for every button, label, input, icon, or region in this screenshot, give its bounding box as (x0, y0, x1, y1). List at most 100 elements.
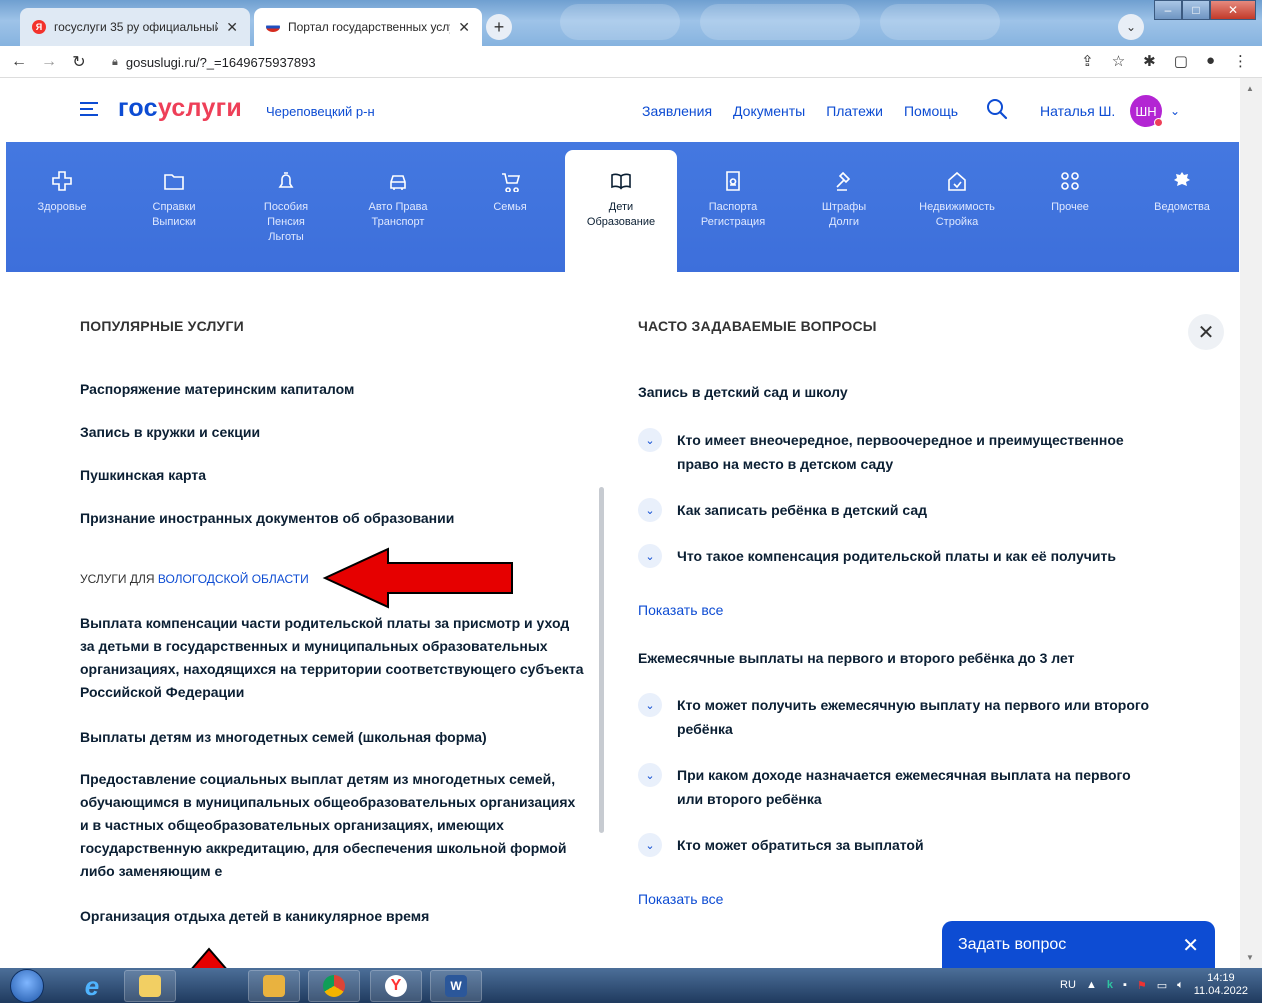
browser-tab-bar: Я госуслуги 35 ру официальный с ✕ Портал… (0, 0, 1262, 46)
regional-service-link[interactable]: Организация отдыха детей в каникулярное … (80, 905, 585, 928)
faq-question[interactable]: Кто имеет внеочередное, первоочередное и… (677, 428, 1157, 476)
taskbar-ie[interactable]: e (66, 970, 118, 1002)
popular-service-link[interactable]: Распоряжение материнским капиталом (80, 378, 585, 401)
close-window-button[interactable]: ✕ (1210, 0, 1256, 20)
faq-question[interactable]: Как записать ребёнка в детский сад (677, 498, 1157, 522)
network-icon[interactable]: ▪ (1123, 979, 1127, 991)
close-icon[interactable]: ✕ (1182, 933, 1199, 958)
scroll-up-icon[interactable]: ▲ (1246, 84, 1254, 93)
grid-icon (1061, 172, 1079, 190)
start-button[interactable] (10, 969, 44, 1003)
browser-tab-inactive[interactable]: Я госуслуги 35 ру официальный с ✕ (20, 8, 250, 46)
kaspersky-icon[interactable]: k (1107, 979, 1113, 991)
category-label: Авто Права Транспорт (368, 201, 428, 228)
nav-help[interactable]: Помощь (904, 103, 958, 119)
language-indicator[interactable]: RU (1060, 979, 1076, 991)
popular-service-link[interactable]: Запись в кружки и секции (80, 421, 585, 444)
category-tab[interactable]: Прочее (1014, 142, 1126, 272)
menu-kebab-icon[interactable]: ⋮ (1233, 52, 1248, 70)
category-tab[interactable]: Дети Образование (565, 150, 677, 272)
category-tab[interactable]: Паспорта Регистрация (677, 142, 789, 272)
maximize-button[interactable]: □ (1182, 0, 1210, 20)
category-tab[interactable]: Штрафы Долги (788, 142, 900, 272)
popular-service-link[interactable]: Пушкинская карта (80, 464, 585, 487)
regional-service-link[interactable]: Выплаты детям из многодетных семей (школ… (80, 726, 585, 749)
bookmark-star-icon[interactable]: ☆ (1112, 52, 1125, 70)
volume-icon[interactable]: 🔈︎ (1177, 979, 1184, 992)
back-arrow-icon[interactable]: ← (8, 53, 30, 71)
faq-question[interactable]: Что такое компенсация родительской платы… (677, 544, 1157, 568)
word-icon: W (445, 975, 467, 997)
browser-tab-active[interactable]: Портал государственных услуг Р ✕ (254, 8, 482, 46)
faq-group-title: Запись в детский сад и школу (638, 384, 848, 400)
ask-question-widget[interactable]: Задать вопрос ✕ (942, 921, 1215, 969)
chevron-down-icon[interactable]: ⌄ (638, 498, 662, 522)
taskbar-explorer[interactable] (124, 970, 176, 1002)
close-menu-button[interactable]: ✕ (1188, 314, 1224, 350)
taskbar-word[interactable]: W (430, 970, 482, 1002)
show-all-link[interactable]: Показать все (638, 602, 723, 618)
scroll-down-icon[interactable]: ▼ (1246, 953, 1254, 962)
hamburger-menu-icon[interactable] (80, 102, 98, 120)
faq-question[interactable]: При каком доходе назначается ежемесячная… (677, 763, 1157, 811)
reload-icon[interactable]: ↻ (68, 52, 90, 72)
category-label: Ведомства (1154, 201, 1210, 213)
minimize-button[interactable]: – (1154, 0, 1182, 20)
display-icon[interactable]: ▭ (1157, 979, 1167, 992)
category-tab[interactable]: Ведомства (1126, 142, 1238, 272)
faq-question[interactable]: Кто может обратиться за выплатой (677, 833, 1157, 857)
avatar[interactable]: ШН (1130, 95, 1163, 127)
category-tab[interactable]: Недвижимость Стройка (901, 142, 1013, 272)
forward-arrow-icon[interactable]: → (38, 53, 60, 71)
region-selector[interactable]: Череповецкий р-н (266, 104, 375, 119)
chevron-down-icon[interactable]: ⌄ (638, 833, 662, 857)
popular-service-link[interactable]: Признание иностранных документов об обра… (80, 507, 585, 530)
category-label: Пособия Пенсия Льготы (263, 201, 309, 243)
chevron-down-icon[interactable]: ⌄ (638, 428, 662, 452)
chevron-down-icon[interactable]: ⌄ (638, 763, 662, 787)
gosuslugi-logo[interactable]: госуслуги (118, 94, 242, 123)
chevron-down-icon[interactable]: ⌄ (1170, 104, 1180, 118)
regional-title-link[interactable]: ВОЛОГОДСКОЙ ОБЛАСТИ (158, 572, 309, 586)
tray-expand-icon[interactable]: ▲ (1086, 979, 1097, 991)
search-icon[interactable] (986, 98, 1008, 120)
house-icon (948, 171, 966, 191)
taskbar-chrome[interactable] (308, 970, 360, 1002)
page-scrollbar[interactable]: ▲ ▼ (1240, 78, 1262, 968)
category-tab[interactable]: Семья (454, 142, 566, 272)
tab-close-icon[interactable]: ✕ (458, 19, 470, 36)
chevron-down-icon[interactable]: ⌄ (638, 544, 662, 568)
clock-date: 11.04.2022 (1193, 985, 1248, 997)
faq-question[interactable]: Кто может получить ежемесячную выплату н… (677, 693, 1157, 741)
url-input[interactable]: 🔒︎ gosuslugi.ru/?_=1649675937893 (112, 50, 1122, 74)
clock[interactable]: 14:19 11.04.2022 (1194, 972, 1248, 998)
category-tab[interactable]: Здоровье (6, 142, 118, 272)
new-tab-button[interactable]: + (486, 14, 512, 40)
profile-icon[interactable]: ● (1206, 52, 1215, 70)
user-name[interactable]: Наталья Ш. (1040, 103, 1115, 119)
nav-applications[interactable]: Заявления (642, 103, 712, 119)
emblem-icon (1174, 172, 1190, 186)
column-scrollbar[interactable] (599, 487, 604, 833)
folder-icon (164, 174, 184, 190)
taskbar-yandex[interactable]: Y (370, 970, 422, 1002)
nav-documents[interactable]: Документы (733, 103, 805, 119)
share-icon[interactable]: ⇪ (1081, 52, 1094, 70)
extensions-puzzle-icon[interactable]: ✱ (1143, 52, 1156, 70)
tab-close-icon[interactable]: ✕ (226, 19, 238, 36)
annotation-arrow-left (322, 547, 513, 609)
category-tab[interactable]: Пособия Пенсия Льготы (230, 142, 342, 272)
chrome-icon (323, 975, 345, 997)
tab-search-chevron-icon[interactable]: ⌄ (1118, 14, 1144, 40)
taskbar-outlook[interactable] (248, 970, 300, 1002)
chevron-down-icon[interactable]: ⌄ (638, 693, 662, 717)
side-panel-icon[interactable]: ▢ (1174, 52, 1188, 70)
category-tab[interactable]: Справки Выписки (118, 142, 230, 272)
flag-icon[interactable]: ⚑ (1137, 979, 1147, 992)
regional-service-link[interactable]: Предоставление социальных выплат детям и… (80, 768, 585, 883)
category-tab[interactable]: Авто Права Транспорт (342, 142, 454, 272)
regional-service-link[interactable]: Выплата компенсации части родительской п… (80, 612, 585, 704)
mail-clock-icon (263, 975, 285, 997)
show-all-link[interactable]: Показать все (638, 891, 723, 907)
nav-payments[interactable]: Платежи (826, 103, 883, 119)
